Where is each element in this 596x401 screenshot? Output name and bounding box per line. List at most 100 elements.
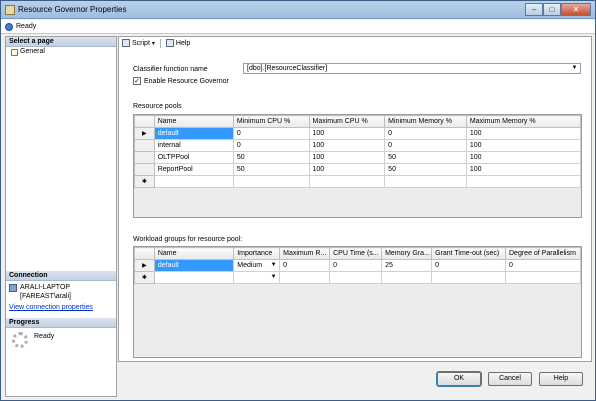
chevron-down-icon: ▼ bbox=[270, 274, 277, 280]
table-cell[interactable]: 0 bbox=[279, 259, 331, 272]
table-cell[interactable]: 100 bbox=[465, 151, 581, 164]
info-icon bbox=[5, 23, 13, 31]
table-cell[interactable]: 50 bbox=[384, 163, 467, 176]
table-cell[interactable] bbox=[431, 271, 506, 284]
table-cell[interactable] bbox=[153, 271, 235, 284]
maximize-button[interactable]: □ bbox=[543, 3, 561, 16]
column-header[interactable]: Minimum Memory % bbox=[384, 115, 467, 128]
classifier-select[interactable]: [dbo].[ResourceClassifier] ▼ bbox=[243, 63, 581, 74]
progress-header: Progress bbox=[6, 318, 116, 328]
resource-pools-label: Resource pools bbox=[133, 103, 182, 110]
workload-groups-label: Workload groups for resource pool: bbox=[133, 236, 243, 243]
row-header[interactable] bbox=[134, 163, 155, 176]
table-cell[interactable]: 0 bbox=[232, 139, 310, 152]
column-header[interactable]: Name bbox=[153, 115, 234, 128]
table-cell[interactable]: 50 bbox=[232, 151, 310, 164]
table-cell[interactable] bbox=[232, 175, 310, 188]
workload-groups-table: Name Importance Maximum R... CPU Time (s… bbox=[134, 247, 581, 284]
table-cell[interactable]: 100 bbox=[308, 139, 386, 152]
ok-button[interactable]: OK bbox=[436, 371, 482, 387]
current-row-icon[interactable]: ▶ bbox=[134, 259, 155, 272]
table-row[interactable]: internal 0 100 0 100 bbox=[134, 139, 581, 152]
row-header-corner bbox=[134, 115, 155, 128]
table-cell[interactable] bbox=[505, 271, 581, 284]
table-row[interactable]: ▶ default Medium ▼ 0 0 25 0 0 bbox=[134, 259, 581, 272]
table-cell[interactable]: 0 bbox=[384, 139, 467, 152]
page-icon bbox=[11, 48, 18, 56]
script-icon bbox=[122, 39, 130, 47]
column-header[interactable]: Maximum CPU % bbox=[308, 115, 386, 128]
table-cell[interactable] bbox=[465, 175, 581, 188]
server-icon bbox=[9, 284, 17, 292]
table-cell[interactable]: 100 bbox=[465, 163, 581, 176]
table-cell[interactable]: OLTPPool bbox=[153, 151, 234, 164]
new-row[interactable]: ✱ ▼ bbox=[134, 271, 581, 284]
column-header[interactable]: Minimum CPU % bbox=[232, 115, 310, 128]
minimize-button[interactable]: – bbox=[525, 3, 543, 16]
table-cell[interactable]: 50 bbox=[384, 151, 467, 164]
left-pane: Select a page General Connection ARALI-L… bbox=[5, 36, 117, 397]
page-item-general[interactable]: General bbox=[6, 47, 116, 57]
new-row-icon[interactable]: ✱ bbox=[134, 271, 155, 284]
table-cell[interactable] bbox=[153, 175, 234, 188]
classifier-label: Classifier function name bbox=[133, 66, 208, 73]
script-button[interactable]: Script ▾ bbox=[122, 39, 155, 47]
column-header[interactable]: Name bbox=[153, 247, 235, 260]
new-row-icon[interactable]: ✱ bbox=[134, 175, 155, 188]
table-cell[interactable]: 100 bbox=[308, 127, 386, 140]
table-cell[interactable] bbox=[329, 271, 383, 284]
table-cell[interactable]: ReportPool bbox=[153, 163, 234, 176]
enable-governor-label: Enable Resource Governor bbox=[144, 77, 229, 85]
column-header[interactable]: Grant Time-out (sec) bbox=[431, 247, 506, 260]
table-cell[interactable]: 100 bbox=[465, 127, 581, 140]
table-cell[interactable]: internal bbox=[153, 139, 234, 152]
table-row[interactable]: ReportPool 50 100 50 100 bbox=[134, 163, 581, 176]
table-cell[interactable]: 25 bbox=[381, 259, 433, 272]
importance-value: Medium bbox=[237, 262, 263, 269]
table-cell[interactable]: 100 bbox=[308, 163, 386, 176]
chevron-down-icon[interactable]: ▾ bbox=[152, 40, 155, 47]
help-toolbar-button[interactable]: Help bbox=[165, 39, 190, 47]
row-header[interactable] bbox=[134, 139, 155, 152]
title-bar: Resource Governor Properties – □ ✕ bbox=[1, 1, 595, 19]
row-header-corner bbox=[134, 247, 155, 260]
table-cell[interactable]: 0 bbox=[431, 259, 506, 272]
table-cell[interactable] bbox=[279, 271, 331, 284]
table-cell[interactable] bbox=[381, 271, 433, 284]
table-row[interactable]: OLTPPool 50 100 50 100 bbox=[134, 151, 581, 164]
table-cell[interactable]: 0 bbox=[505, 259, 581, 272]
cancel-button[interactable]: Cancel bbox=[488, 372, 532, 386]
resource-pools-grid[interactable]: Name Minimum CPU % Maximum CPU % Minimum… bbox=[133, 114, 582, 218]
current-row-icon[interactable]: ▶ bbox=[134, 127, 155, 140]
app-icon bbox=[5, 5, 15, 15]
view-connection-properties-link[interactable]: View connection properties bbox=[6, 303, 116, 312]
table-cell[interactable]: default bbox=[153, 127, 234, 140]
page-item-label: General bbox=[20, 48, 45, 55]
column-header[interactable]: Memory Gra... bbox=[381, 247, 433, 260]
table-cell[interactable] bbox=[384, 175, 467, 188]
table-cell[interactable]: 100 bbox=[308, 151, 386, 164]
importance-select[interactable]: Medium ▼ bbox=[233, 259, 281, 272]
table-cell[interactable]: 0 bbox=[329, 259, 383, 272]
column-header[interactable]: CPU Time (s... bbox=[329, 247, 383, 260]
table-cell[interactable]: 100 bbox=[465, 139, 581, 152]
help-button[interactable]: Help bbox=[539, 372, 583, 386]
table-cell[interactable]: 0 bbox=[384, 127, 467, 140]
chevron-down-icon: ▼ bbox=[571, 65, 578, 71]
workload-groups-grid[interactable]: Name Importance Maximum R... CPU Time (s… bbox=[133, 246, 582, 358]
new-row[interactable]: ✱ bbox=[134, 175, 581, 188]
table-cell[interactable]: default bbox=[153, 259, 235, 272]
table-cell[interactable]: 0 bbox=[232, 127, 310, 140]
close-button[interactable]: ✕ bbox=[561, 3, 591, 16]
importance-select[interactable]: ▼ bbox=[233, 271, 281, 284]
row-header[interactable] bbox=[134, 151, 155, 164]
table-cell[interactable]: 50 bbox=[232, 163, 310, 176]
enable-governor-checkbox[interactable]: ✓ bbox=[133, 77, 141, 85]
column-header[interactable]: Degree of Parallelism bbox=[505, 247, 581, 260]
column-header[interactable]: Importance bbox=[233, 247, 281, 260]
enable-governor-checkbox-row[interactable]: ✓ Enable Resource Governor bbox=[133, 77, 229, 85]
table-row[interactable]: ▶ default 0 100 0 100 bbox=[134, 127, 581, 140]
column-header[interactable]: Maximum Memory % bbox=[465, 115, 581, 128]
column-header[interactable]: Maximum R... bbox=[279, 247, 331, 260]
table-cell[interactable] bbox=[308, 175, 386, 188]
